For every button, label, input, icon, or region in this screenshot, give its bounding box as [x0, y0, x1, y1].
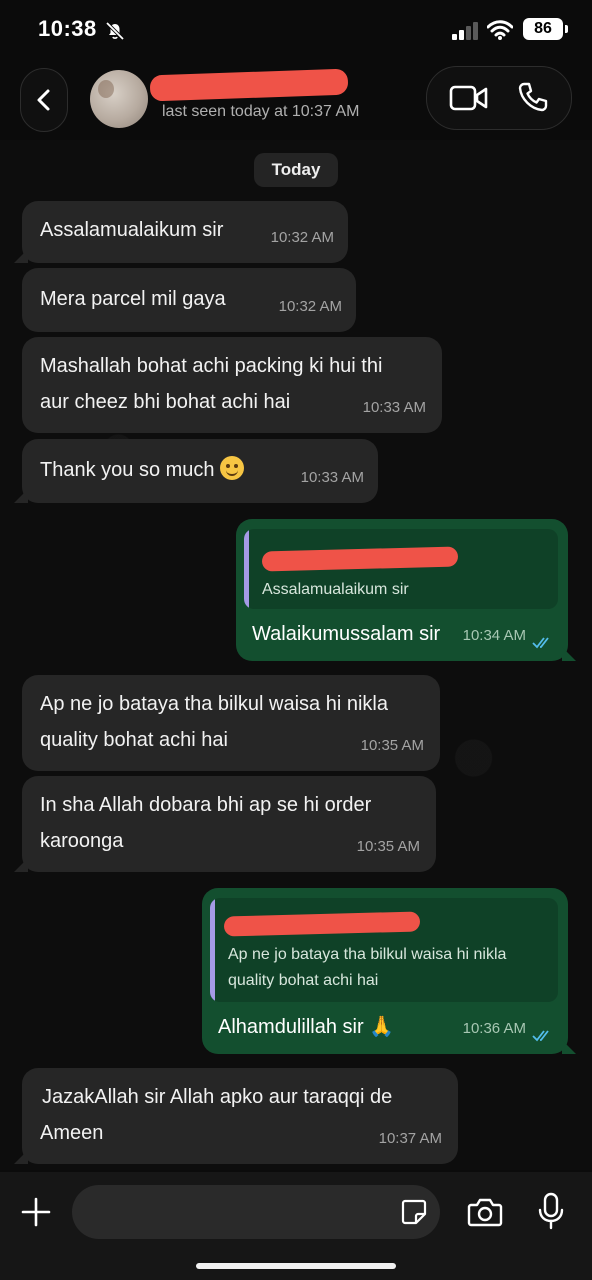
chat-header: last seen today at 10:37 AM	[0, 62, 592, 140]
incoming-message[interactable]: In sha Allah dobara bhi ap se hi order k…	[14, 776, 436, 872]
wifi-icon	[487, 20, 513, 40]
message-text-line-1: Ap ne jo bataya tha bilkul waisa hi nikl…	[40, 693, 388, 715]
message-time: 10:33 AM	[362, 399, 426, 416]
message-time: 10:33 AM	[300, 469, 364, 486]
camera-icon[interactable]	[467, 1196, 503, 1228]
home-indicator[interactable]	[196, 1263, 396, 1269]
double-check-icon	[532, 637, 549, 649]
outgoing-message[interactable]: Ap ne jo bataya tha bilkul waisa hi nikl…	[202, 888, 576, 1054]
smile-emoji-icon	[220, 456, 245, 480]
microphone-icon[interactable]	[538, 1192, 564, 1230]
message-time: 10:35 AM	[360, 737, 424, 754]
last-seen-status: last seen today at 10:37 AM	[162, 103, 360, 120]
phone-icon[interactable]	[517, 81, 549, 113]
plus-icon[interactable]	[20, 1196, 52, 1228]
quoted-text-line-1: Ap ne jo bataya tha bilkul waisa hi nikl…	[228, 946, 507, 963]
call-buttons-group	[426, 66, 572, 130]
message-time: 10:34 AM	[462, 627, 526, 644]
message-text-line-2: quality bohat achi hai	[40, 729, 228, 751]
incoming-message[interactable]: Mashallah bohat achi packing ki hui thi …	[22, 337, 442, 433]
message-time: 10:32 AM	[270, 229, 334, 246]
message-time: 10:36 AM	[462, 1020, 526, 1037]
message-text: Assalamualaikum sir	[40, 219, 224, 241]
back-button[interactable]	[20, 68, 68, 132]
status-bar: 10:38 86	[0, 0, 592, 60]
incoming-message[interactable]: JazakAllah sir Allah apko aur taraqqi de…	[14, 1068, 458, 1164]
message-time: 10:37 AM	[378, 1130, 442, 1147]
double-check-icon	[532, 1030, 549, 1042]
incoming-message[interactable]: Ap ne jo bataya tha bilkul waisa hi nikl…	[22, 675, 440, 771]
redacted-contact-name[interactable]	[149, 68, 349, 102]
incoming-message[interactable]: Thank you so much 10:33 AM	[14, 439, 378, 503]
message-text: Thank you so much	[40, 453, 245, 488]
incoming-message[interactable]: Mera parcel mil gaya 10:32 AM	[22, 268, 356, 332]
date-separator: Today	[254, 153, 338, 187]
mute-icon	[105, 21, 125, 41]
signal-icon	[452, 22, 478, 40]
message-text: Alhamdulillah sir 🙏	[218, 1016, 395, 1038]
redacted-quote-author	[223, 911, 421, 937]
message-time: 10:35 AM	[356, 838, 420, 855]
message-text-line-1: Mashallah bohat achi packing ki hui thi	[40, 355, 383, 377]
quoted-text: Assalamualaikum sir	[262, 581, 409, 598]
message-text-line-1: In sha Allah dobara bhi ap se hi order	[40, 794, 372, 816]
redacted-quote-author	[261, 546, 459, 572]
message-text-line-2: karoonga	[40, 830, 124, 852]
message-input[interactable]	[72, 1185, 440, 1239]
message-text-line-2: aur cheez bhi bohat achi hai	[40, 391, 291, 413]
quoted-text-line-2: quality bohat achi hai	[228, 972, 379, 989]
video-camera-icon[interactable]	[449, 84, 489, 112]
battery-indicator: 86	[523, 18, 568, 40]
back-arrow-icon	[37, 89, 50, 111]
message-text-line-1: JazakAllah sir Allah apko aur taraqqi de	[42, 1086, 393, 1108]
contact-avatar[interactable]	[90, 70, 148, 128]
message-text: Walaikumussalam sir	[252, 623, 441, 645]
incoming-message[interactable]: Assalamualaikum sir 10:32 AM	[14, 201, 348, 263]
quoted-reply[interactable]: Assalamualaikum sir	[244, 529, 558, 609]
sticker-icon[interactable]	[400, 1198, 428, 1226]
message-text: Mera parcel mil gaya	[40, 288, 226, 310]
message-text-line-2: Ameen	[40, 1122, 104, 1144]
status-time: 10:38	[38, 16, 97, 41]
outgoing-message[interactable]: Assalamualaikum sir Walaikumussalam sir …	[236, 519, 576, 661]
quoted-reply[interactable]: Ap ne jo bataya tha bilkul waisa hi nikl…	[210, 898, 558, 1002]
message-time: 10:32 AM	[278, 298, 342, 315]
